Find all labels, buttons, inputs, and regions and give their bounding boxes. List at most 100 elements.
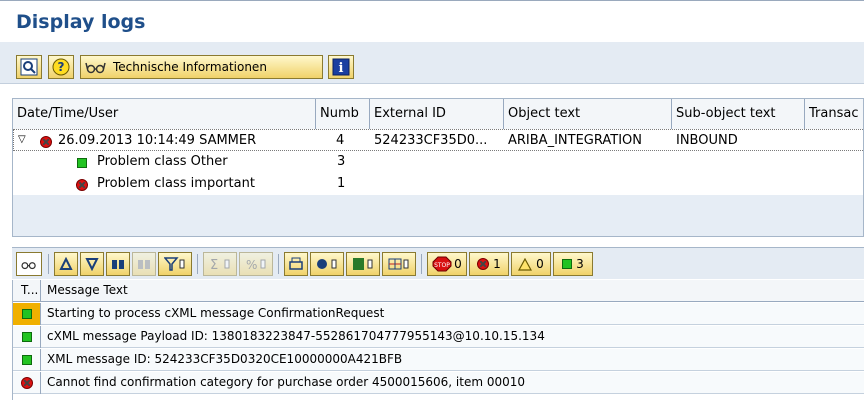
log-datetime-user: 26.09.2013 10:14:49 SAMMER (58, 133, 257, 148)
filter-success-button[interactable]: 3 (553, 252, 593, 276)
message-type-cell (13, 372, 41, 394)
views-button[interactable] (310, 252, 344, 276)
sum-button[interactable]: Σ (203, 252, 237, 276)
find-button[interactable] (106, 252, 130, 276)
column-header-sub-object-text[interactable]: Sub-object text (672, 99, 805, 129)
message-list-header: T... Message Text (13, 280, 864, 302)
subtotal-button[interactable]: % (239, 252, 273, 276)
log-object-text: ARIBA_INTEGRATION (508, 133, 642, 148)
layout-button[interactable] (382, 252, 416, 276)
column-header-object-text[interactable]: Object text (504, 99, 672, 129)
layout-grid-icon (388, 258, 409, 270)
export-icon (353, 258, 373, 270)
views-icon (317, 259, 337, 269)
binoculars-icon (112, 260, 124, 269)
tree-child-row[interactable]: Problem class Other 3 (13, 151, 863, 173)
print-button[interactable] (284, 252, 308, 276)
sort-descending-button[interactable] (80, 252, 104, 276)
message-text: Starting to process cXML message Confirm… (47, 306, 385, 320)
green-square-icon (562, 259, 573, 269)
message-text: Cannot find confirmation category for pu… (47, 375, 526, 389)
toolbar-separator (48, 254, 49, 274)
svg-text:Σ: Σ (210, 258, 218, 271)
message-type-cell (13, 349, 41, 371)
help-icon: ? (52, 58, 70, 76)
message-list: T... Message Text Starting to process cX… (12, 280, 864, 400)
message-text: cXML message Payload ID: 1380183223847-5… (47, 329, 545, 343)
message-toolbar: Σ % STOP 0 1 0 3 (12, 247, 864, 279)
column-header-type[interactable]: T... (13, 280, 41, 302)
tree-child-number: 3 (337, 154, 346, 169)
stop-icon: STOP (432, 256, 452, 272)
application-toolbar: ? Technische Informationen i (0, 42, 864, 84)
tree-child-number: 1 (337, 176, 346, 191)
sort-descending-icon (85, 258, 99, 271)
success-count: 3 (576, 257, 584, 271)
glasses-icon (21, 262, 36, 270)
magnifier-icon (20, 58, 38, 76)
green-square-icon (21, 309, 32, 319)
svg-text:STOP: STOP (434, 262, 450, 269)
log-sub-object-text: INBOUND (676, 133, 738, 148)
collapse-triangle-icon[interactable]: ▽ (18, 134, 26, 145)
error-icon (40, 135, 52, 148)
log-tree-panel: Date/Time/User Numb External ID Object t… (12, 98, 864, 237)
message-row[interactable]: Starting to process cXML message Confirm… (13, 303, 864, 325)
page-title: Display logs (16, 11, 146, 33)
svg-text:i: i (339, 61, 344, 76)
info-button[interactable]: i (328, 55, 354, 79)
column-header-message-text[interactable]: Message Text (47, 283, 128, 297)
message-row[interactable]: Cannot find confirmation category for pu… (13, 372, 864, 394)
glasses-icon (85, 62, 106, 74)
log-number: 4 (336, 133, 345, 148)
log-row-main[interactable]: ▽ 26.09.2013 10:14:49 SAMMER 4 524233CF3… (13, 129, 863, 151)
column-header-number[interactable]: Numb (316, 99, 370, 129)
detail-view-button[interactable] (16, 55, 42, 79)
tree-child-label: Problem class important (97, 176, 255, 191)
column-header-datetime-user[interactable]: Date/Time/User (13, 99, 316, 129)
green-square-icon (21, 355, 32, 365)
details-button[interactable] (16, 252, 42, 276)
filter-error-button[interactable]: 1 (469, 252, 509, 276)
warning-count: 0 (536, 257, 544, 271)
sum-icon: Σ (210, 258, 230, 271)
tree-child-row[interactable]: Problem class important 1 (13, 173, 863, 195)
log-row-status (40, 134, 52, 149)
subtotal-icon: % (246, 258, 266, 271)
filter-icon (164, 257, 185, 271)
stop-count: 0 (454, 257, 462, 271)
find-next-button[interactable] (132, 252, 156, 276)
title-bar: Display logs (0, 0, 864, 42)
spacer (0, 84, 864, 98)
sort-ascending-icon (59, 257, 73, 270)
filter-button[interactable] (158, 252, 192, 276)
export-button[interactable] (346, 252, 380, 276)
filter-stop-button[interactable]: STOP 0 (427, 252, 467, 276)
message-row[interactable]: XML message ID: 524233CF35D0320CE1000000… (13, 349, 864, 371)
message-type-cell (13, 303, 41, 325)
tree-header: Date/Time/User Numb External ID Object t… (13, 99, 863, 129)
help-button[interactable]: ? (48, 55, 74, 79)
message-row[interactable]: cXML message Payload ID: 1380183223847-5… (13, 326, 864, 348)
log-external-id: 524233CF35D0... (374, 133, 488, 148)
toolbar-separator (278, 254, 279, 274)
error-icon (76, 178, 88, 191)
warning-triangle-icon (518, 257, 533, 271)
column-header-external-id[interactable]: External ID (370, 99, 504, 129)
error-count: 1 (493, 257, 501, 271)
message-text: XML message ID: 524233CF35D0320CE1000000… (47, 352, 403, 366)
print-icon (289, 257, 303, 270)
svg-text:%: % (246, 258, 257, 271)
column-header-transaction[interactable]: Transac (805, 99, 863, 129)
toolbar-separator (421, 254, 422, 274)
filter-warning-button[interactable]: 0 (511, 252, 551, 276)
technical-information-label: Technische Informationen (113, 60, 267, 74)
technical-information-button[interactable]: Technische Informationen (80, 55, 323, 79)
error-icon (20, 377, 33, 389)
toolbar-separator (197, 254, 198, 274)
info-icon: i (332, 58, 350, 76)
svg-text:?: ? (58, 60, 65, 74)
message-type-cell (13, 326, 41, 348)
sort-ascending-button[interactable] (54, 252, 78, 276)
green-square-icon (77, 157, 87, 168)
